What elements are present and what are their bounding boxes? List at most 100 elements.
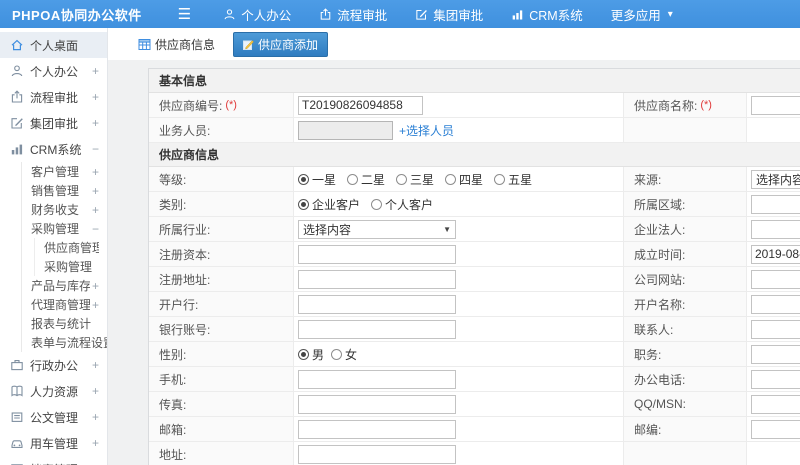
expand-badge[interactable]: + [92,279,99,293]
radio-icon[interactable] [298,348,309,360]
expand-badge[interactable]: + [92,184,99,198]
tab-supplier-info[interactable]: 供应商信息 [130,33,223,56]
industry-select[interactable]: 选择内容 ▼ [298,219,456,239]
radio-icon[interactable] [347,173,359,185]
founded-date-input[interactable] [751,244,800,264]
field-label: 邮编: [623,417,747,441]
section-header-basic-info: 基本信息 [149,69,800,93]
collapse-badge[interactable]: − [92,142,99,156]
qq-msn-input[interactable] [751,394,800,414]
field-label: 供应商编号: (*) [149,93,294,117]
radio-option[interactable]: 四星 [445,171,483,188]
nav-more-apps[interactable]: 更多应用 ▾ [597,0,687,28]
website-input[interactable] [751,269,800,289]
choose-staff-link[interactable]: +选择人员 [399,122,454,139]
sidebar-item-supplier-mgmt[interactable]: 供应商管理 [35,238,107,257]
field-label [623,442,747,465]
sidebar-item-form-process-settings[interactable]: 表单与流程设置 + [22,333,107,352]
sidebar-item-label: 流程审批 [30,90,79,105]
field-label [623,118,747,142]
address-input[interactable] [298,444,456,464]
expand-badge[interactable]: + [92,358,99,372]
expand-badge[interactable]: + [92,116,99,130]
bank-input[interactable] [298,294,456,314]
expand-badge[interactable]: + [92,203,99,217]
sidebar-item-personal-desktop[interactable]: 个人桌面 [0,32,107,58]
sidebar-item-admin-office[interactable]: 行政办公 + [0,352,107,378]
legal-person-input[interactable] [751,219,800,239]
radio-option[interactable]: 企业客户 [298,196,360,213]
collapse-badge[interactable]: − [92,222,99,236]
account-name-input[interactable] [751,294,800,314]
sidebar-item-reports[interactable]: 报表与统计 [22,314,107,333]
sidebar-item-customer-mgmt[interactable]: 客户管理 + [22,162,107,181]
job-title-input[interactable] [751,344,800,364]
radio-option[interactable]: 女 [331,346,357,363]
field-label: QQ/MSN: [623,392,747,416]
radio-icon[interactable] [396,173,408,185]
supplier-name-input[interactable] [751,95,800,115]
sidebar-item-purchasing[interactable]: 采购管理 [35,257,107,276]
radio-option[interactable]: 个人客户 [371,196,433,213]
mobile-input[interactable] [298,369,456,389]
fax-input[interactable] [298,394,456,414]
radio-option[interactable]: 三星 [396,171,434,188]
registered-address-input[interactable] [298,269,456,289]
expand-badge[interactable]: + [92,436,99,450]
menu-toggle-icon[interactable]: ☰ [178,7,191,22]
sidebar-item-document-mgmt[interactable]: 公文管理 + [0,404,107,430]
staff-input[interactable] [298,120,393,140]
sidebar-item-process-approval[interactable]: 流程审批 + [0,84,107,110]
required-mark: (*) [700,99,712,111]
sidebar-item-label: CRM系统 [30,142,82,157]
radio-option[interactable]: 男 [298,346,324,363]
sidebar-item-hr[interactable]: 人力资源 + [0,378,107,404]
form-row: 地址: [149,442,800,465]
expand-badge[interactable]: + [92,410,99,424]
field-label: 邮箱: [149,417,294,441]
sidebar-item-vehicle-mgmt[interactable]: 用车管理 + [0,430,107,456]
sidebar-item-finance[interactable]: 财务收支 + [22,200,107,219]
form-row: 注册资本: 成立时间: [149,242,800,267]
source-select[interactable]: 选择内容▼ [751,169,800,189]
nav-personal-office[interactable]: 个人办公 [209,0,305,28]
nav-group-approval[interactable]: 集团审批 [401,0,497,28]
nav-process-approval[interactable]: 流程审批 [305,0,401,28]
email-input[interactable] [298,419,456,439]
radio-icon[interactable] [494,173,506,185]
sidebar-item-group-approval[interactable]: 集团审批 + [0,110,107,136]
radio-icon[interactable] [445,173,457,185]
expand-badge[interactable]: + [92,64,99,78]
sidebar-item-product-inventory[interactable]: 产品与库存 + [22,276,107,295]
bank-account-input[interactable] [298,319,456,339]
expand-badge[interactable]: + [92,165,99,179]
form-row: 银行账号: 联系人: [149,317,800,342]
nav-crm-system[interactable]: CRM系统 [497,0,596,28]
radio-icon[interactable] [298,173,309,185]
field-label: 联系人: [623,317,747,341]
expand-badge[interactable]: + [92,384,99,398]
expand-badge[interactable]: + [92,298,99,312]
office-phone-input[interactable] [751,369,800,389]
radio-icon[interactable] [331,348,343,360]
radio-icon[interactable] [298,198,309,210]
registered-capital-input[interactable] [298,244,456,264]
sidebar-item-sales-mgmt[interactable]: 销售管理 + [22,181,107,200]
sidebar-item-purchase-mgmt[interactable]: 采购管理 − [22,219,107,238]
sidebar-item-crm-system[interactable]: CRM系统 − [0,136,107,162]
sidebar-item-agent-mgmt[interactable]: 代理商管理 + [22,295,107,314]
radio-icon[interactable] [371,198,383,210]
region-input[interactable] [751,194,800,214]
sidebar-item-personal-office[interactable]: 个人办公 + [0,58,107,84]
radio-option[interactable]: 二星 [347,171,385,188]
supplier-code-input[interactable] [298,95,423,115]
tab-supplier-add[interactable]: 供应商添加 [233,31,329,57]
document-icon [10,410,24,424]
zip-code-input[interactable] [751,419,800,439]
sidebar-item-archive-mgmt[interactable]: 档案管理 + [0,456,107,465]
radio-option[interactable]: 一星 [298,171,336,188]
radio-option[interactable]: 五星 [494,171,532,188]
contact-input[interactable] [751,319,800,339]
crm-submenu: 客户管理 + 销售管理 + 财务收支 + 采购管理 − 供应商管理 采购管理 产… [21,162,107,352]
expand-badge[interactable]: + [92,90,99,104]
